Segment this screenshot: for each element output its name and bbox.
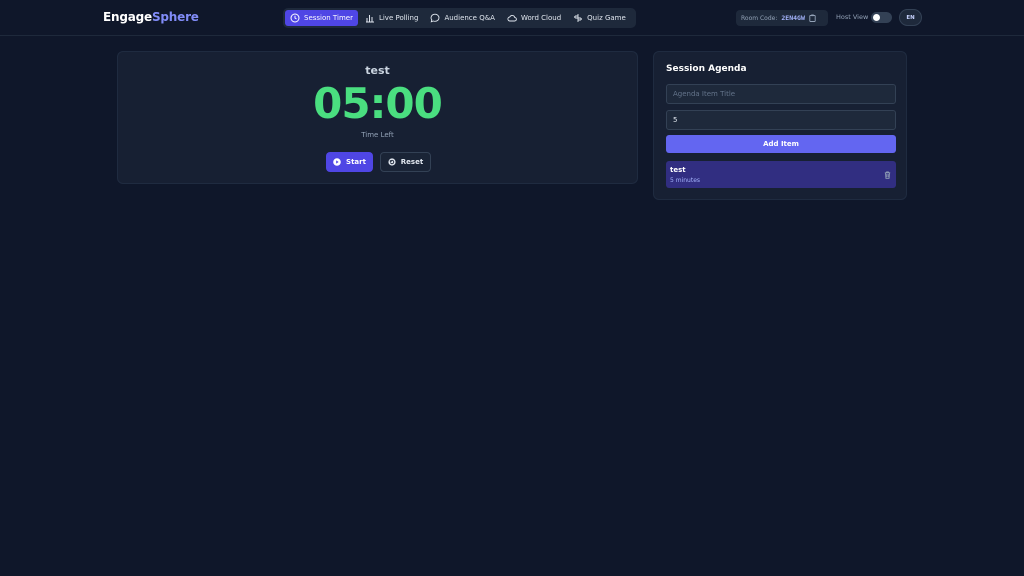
agenda-item-duration: 5 minutes — [670, 177, 701, 184]
top-header: EngageSphere Session Timer Live Polling … — [0, 0, 1024, 36]
logo-text-engage: Engage — [103, 10, 152, 24]
trash-icon[interactable] — [884, 171, 891, 179]
agenda-title-input[interactable]: Agenda Item Title — [666, 84, 896, 104]
timer-countdown: 05:00 — [313, 79, 443, 128]
nav-label: Live Polling — [378, 14, 419, 22]
chat-bubble-icon — [431, 13, 440, 23]
nav-label: Word Cloud — [520, 14, 562, 22]
nav-audience-qa[interactable]: Audience Q&A — [425, 10, 500, 26]
room-code-box: Room Code: 2EN4GW — [736, 10, 828, 26]
play-icon — [333, 158, 341, 166]
nav-label: Session Timer — [304, 14, 353, 22]
app-logo[interactable]: EngageSphere — [103, 10, 199, 24]
agenda-title: Session Agenda — [666, 64, 747, 74]
session-timer-card: test 05:00 Time Left Start Reset — [117, 51, 638, 184]
nav-quiz-game[interactable]: Quiz Game — [568, 10, 631, 26]
toggle-knob — [873, 14, 880, 21]
start-label: Start — [346, 158, 366, 166]
nav-live-polling[interactable]: Live Polling — [360, 10, 424, 26]
reset-icon — [388, 158, 396, 166]
host-view-toggle[interactable] — [871, 12, 892, 23]
agenda-item-title: test — [670, 166, 686, 174]
cloud-icon — [507, 15, 517, 22]
timer-title: test — [365, 64, 390, 77]
room-code-value: 2EN4GW — [781, 14, 805, 22]
nav-session-timer[interactable]: Session Timer — [285, 10, 358, 26]
language-button[interactable]: EN — [899, 9, 922, 26]
nav-label: Audience Q&A — [444, 14, 495, 22]
session-agenda-card: Session Agenda Agenda Item Title 5 Add I… — [653, 51, 907, 200]
host-view-label: Host View — [836, 13, 869, 21]
quiz-icon — [574, 14, 583, 22]
clock-icon — [290, 13, 300, 23]
agenda-minutes-input[interactable]: 5 — [666, 110, 896, 130]
bar-chart-icon — [365, 15, 374, 23]
add-item-button[interactable]: Add Item — [666, 135, 896, 153]
room-code-label: Room Code: — [741, 14, 778, 22]
language-label: EN — [906, 14, 915, 21]
copy-icon[interactable] — [809, 14, 816, 22]
logo-text-sphere: Sphere — [151, 10, 199, 24]
start-button[interactable]: Start — [326, 152, 373, 172]
reset-button[interactable]: Reset — [380, 152, 431, 172]
agenda-list-item[interactable]: test 5 minutes — [666, 161, 896, 188]
main-nav: Session Timer Live Polling Audience Q&A … — [283, 8, 636, 28]
nav-label: Quiz Game — [587, 14, 626, 22]
reset-label: Reset — [400, 158, 424, 166]
nav-word-cloud[interactable]: Word Cloud — [502, 10, 566, 26]
time-left-caption: Time Left — [361, 131, 394, 139]
